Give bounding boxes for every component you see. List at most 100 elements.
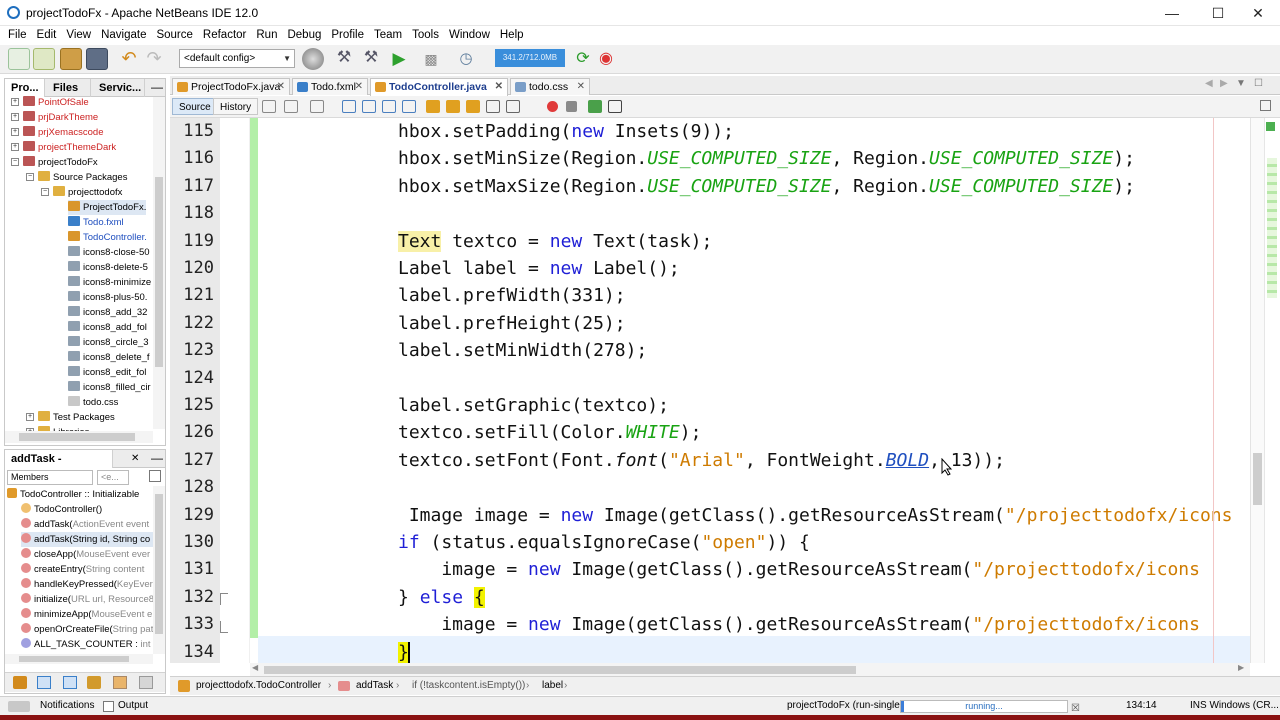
code-line[interactable]: Label label = new Label();: [398, 255, 1250, 282]
last-edit-icon[interactable]: [262, 100, 276, 113]
stop-macro-icon[interactable]: [566, 101, 577, 112]
navigator-member[interactable]: TodoController :: Initializable: [7, 487, 139, 502]
stop-gc-icon[interactable]: ◉: [595, 48, 617, 70]
tabs-scroll-right-icon[interactable]: ▶: [1220, 78, 1228, 89]
next-bookmark-icon[interactable]: [446, 100, 460, 113]
output-label[interactable]: Output: [118, 697, 148, 715]
tree-item[interactable]: TodoController.: [68, 230, 147, 245]
code-line[interactable]: hbox.setPadding(new Insets(9));: [398, 118, 1250, 145]
code-line[interactable]: }: [398, 639, 1250, 663]
breadcrumb-label[interactable]: label: [542, 677, 563, 695]
menu-view[interactable]: View: [62, 26, 95, 45]
code-line[interactable]: Image image = new Image(getClass().getRe…: [398, 502, 1250, 529]
start-macro-icon[interactable]: [547, 101, 558, 112]
collapse-icon[interactable]: −: [26, 173, 34, 181]
open-project-icon[interactable]: [60, 48, 82, 70]
tree-item[interactable]: Source Packages: [38, 170, 127, 185]
navigator-close-icon[interactable]: ✕: [131, 450, 139, 468]
collapse-icon[interactable]: −: [41, 188, 49, 196]
expand-icon[interactable]: +: [26, 413, 34, 421]
config-select[interactable]: <default config> ▼: [179, 49, 295, 68]
menu-tools[interactable]: Tools: [408, 26, 443, 45]
breadcrumb-class[interactable]: projecttodofx.TodoController: [196, 677, 321, 695]
tree-item[interactable]: icons8_add_32: [68, 305, 147, 320]
menu-file[interactable]: File: [4, 26, 31, 45]
collapse-icon[interactable]: −: [11, 158, 19, 166]
scroll-right-icon[interactable]: ▶: [1238, 663, 1244, 672]
history-tab[interactable]: History: [213, 98, 259, 115]
code-line[interactable]: Text textco = new Text(task);: [398, 228, 1250, 255]
navigator-scrollbar[interactable]: [153, 486, 165, 654]
code-line[interactable]: } else {: [398, 584, 1250, 611]
code-line[interactable]: label.setGraphic(textco);: [398, 392, 1250, 419]
find-previous-icon[interactable]: [362, 100, 376, 113]
code-line[interactable]: hbox.setMinSize(Region.USE_COMPUTED_SIZE…: [398, 145, 1250, 172]
fold-marker-icon[interactable]: [220, 593, 228, 605]
navigator-member[interactable]: openOrCreateFile(String pat: [21, 622, 153, 637]
editor-vertical-scrollbar[interactable]: [1250, 118, 1264, 663]
close-tab-icon[interactable]: ✕: [495, 79, 503, 95]
filter-lock-icon[interactable]: [87, 676, 101, 689]
toggle-bookmark-icon[interactable]: [466, 100, 480, 113]
tree-item[interactable]: icons8-minimize: [68, 275, 151, 290]
tree-item[interactable]: projecttodofx: [53, 185, 122, 200]
filter-nonpublic-icon[interactable]: [63, 676, 77, 689]
split-editor-icon[interactable]: [1260, 100, 1271, 111]
run-icon[interactable]: ▶: [388, 48, 410, 70]
navigator-member[interactable]: TodoController(): [21, 502, 102, 517]
tree-item[interactable]: todo.css: [68, 395, 118, 410]
menu-edit[interactable]: Edit: [33, 26, 61, 45]
filter-fields-icon[interactable]: [13, 676, 27, 689]
clean-build-icon[interactable]: ⚒: [360, 48, 382, 70]
progress-bar[interactable]: running...: [900, 700, 1068, 713]
navigator-title[interactable]: addTask - Navigat...: [5, 450, 113, 483]
navigator-member[interactable]: ALL_TASK_COUNTER : int: [21, 637, 151, 652]
tree-item[interactable]: icons8-plus-50.: [68, 290, 147, 305]
maximize-button[interactable]: ☐: [1196, 0, 1240, 26]
navigator-member[interactable]: addTask(ActionEvent event: [21, 517, 149, 532]
uncomment-icon[interactable]: [608, 100, 622, 113]
error-stripe[interactable]: [1264, 118, 1280, 663]
toggle-highlight-icon[interactable]: [402, 100, 416, 113]
expand-icon[interactable]: +: [11, 143, 19, 151]
menu-debug[interactable]: Debug: [283, 26, 325, 45]
tabs-list-icon[interactable]: ▼: [1236, 78, 1246, 89]
tree-item[interactable]: projectThemeDark: [23, 140, 116, 155]
new-project-icon[interactable]: [33, 48, 55, 70]
tabs-scroll-left-icon[interactable]: ◀: [1205, 78, 1213, 89]
navigator-member[interactable]: addTask(String id, String co: [21, 532, 153, 547]
menu-window[interactable]: Window: [445, 26, 494, 45]
editor-tab[interactable]: todo.css ✕: [510, 78, 590, 95]
memory-indicator[interactable]: 341.2/712.0MB: [495, 49, 565, 67]
tree-item[interactable]: PointOfSale: [23, 95, 89, 110]
navigator-hscrollbar[interactable]: [5, 654, 153, 664]
code-editor[interactable]: hbox.setPadding(new Insets(9)); hbox.setM…: [258, 118, 1250, 663]
tree-item[interactable]: projectTodoFx: [23, 155, 98, 170]
close-tab-icon[interactable]: ✕: [355, 79, 363, 95]
navigator-member[interactable]: initialize(URL url, Resource8: [21, 592, 153, 607]
forward-icon[interactable]: [310, 100, 324, 113]
tree-item[interactable]: icons8_add_fol: [68, 320, 147, 335]
editor-horizontal-scrollbar[interactable]: ◀ ▶: [250, 663, 1250, 676]
sort-icon[interactable]: [139, 676, 153, 689]
members-filter-select[interactable]: Members: [7, 470, 93, 485]
navigator-member[interactable]: minimizeApp(MouseEvent e: [21, 607, 152, 622]
code-line[interactable]: if (status.equalsIgnoreCase("open")) {: [398, 529, 1250, 556]
menu-help[interactable]: Help: [496, 26, 528, 45]
find-next-icon[interactable]: [382, 100, 396, 113]
shift-right-icon[interactable]: [506, 100, 520, 113]
access-filter-select[interactable]: <e...: [97, 470, 129, 485]
tree-item[interactable]: icons8_edit_fol: [68, 365, 146, 380]
code-line[interactable]: label.prefHeight(25);: [398, 310, 1250, 337]
save-all-icon[interactable]: [86, 48, 108, 70]
expand-icon[interactable]: +: [11, 98, 19, 106]
navigator-member[interactable]: handleKeyPressed(KeyEver: [21, 577, 153, 592]
menu-source[interactable]: Source: [152, 26, 196, 45]
tabs-maximize-icon[interactable]: ☐: [1254, 78, 1263, 89]
tree-item[interactable]: Todo.fxml: [68, 215, 124, 230]
menu-navigate[interactable]: Navigate: [97, 26, 150, 45]
globe-icon[interactable]: [302, 48, 324, 70]
notifications-label[interactable]: Notifications: [40, 697, 94, 715]
tree-item[interactable]: prjXemacscode: [23, 125, 103, 140]
tree-item[interactable]: Test Packages: [38, 410, 115, 425]
